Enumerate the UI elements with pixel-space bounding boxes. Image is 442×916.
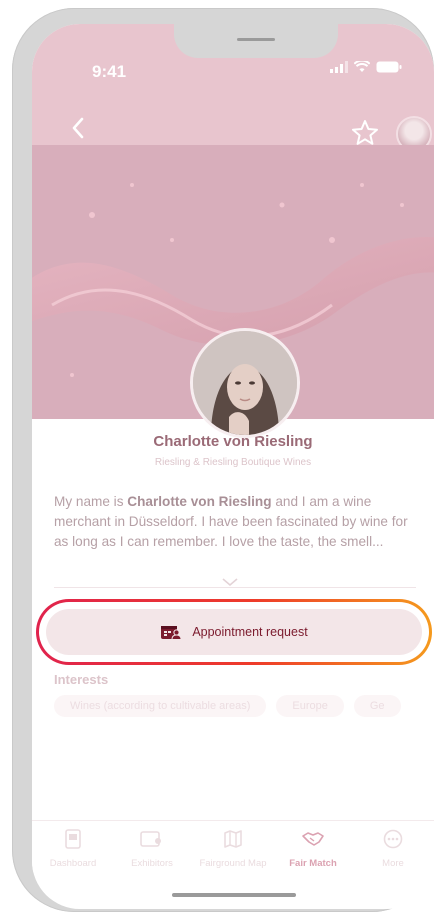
exhibitor-card-icon: [140, 831, 161, 847]
appointment-request-button[interactable]: Appointment request: [46, 609, 422, 655]
tab-bar: Dashboard Exhibitors Fairground Map Fair…: [32, 820, 434, 873]
tab-dashboard[interactable]: Dashboard: [33, 829, 113, 869]
bio-name: Charlotte von Riesling: [127, 494, 272, 509]
interests-title: Interests: [54, 672, 109, 687]
tab-label: More: [382, 858, 404, 869]
tab-fair-match[interactable]: Fair Match: [273, 829, 353, 869]
status-icons: [330, 61, 402, 73]
tab-label: Exhibitors: [131, 858, 173, 869]
tab-more[interactable]: More: [353, 829, 433, 869]
signal-icon: [330, 61, 348, 73]
star-icon[interactable]: [350, 118, 380, 148]
highlight-ring-inner: Appointment request: [39, 602, 429, 662]
handshake-icon: [302, 832, 324, 846]
tablet-icon: [65, 829, 81, 849]
notch: [174, 24, 338, 58]
highlight-ring: Appointment request: [36, 599, 432, 665]
back-chevron-icon[interactable]: [68, 115, 90, 141]
screen: 9:41 Charlotte von Riesling Riesling & R…: [32, 24, 434, 909]
profile-company: Riesling & Riesling Boutique Wines: [154, 457, 312, 468]
appointment-request-label: Appointment request: [192, 625, 308, 639]
battery-icon: [376, 61, 402, 73]
interest-chip[interactable]: Europe: [276, 695, 344, 717]
interest-chip[interactable]: Ge: [353, 695, 401, 717]
tab-label: Dashboard: [49, 858, 97, 869]
divider: [54, 587, 416, 588]
wifi-icon: [354, 61, 370, 72]
calendar-person-icon: [161, 626, 182, 640]
profile-bio: My name is Charlotte von Riesling and I …: [54, 492, 416, 552]
tab-label: Fairground Map: [199, 858, 267, 869]
profile-avatar: [190, 328, 300, 438]
speaker-grille: [237, 38, 275, 41]
tab-fairground-map[interactable]: Fairground Map: [193, 829, 273, 869]
interests-chips: Wines (according to cultivable areas) Eu…: [54, 695, 401, 717]
status-time: 9:41: [92, 62, 127, 81]
map-icon: [224, 830, 242, 848]
interest-chip[interactable]: Wines (according to cultivable areas): [54, 695, 267, 717]
phone-frame: 9:41 Charlotte von Riesling Riesling & R…: [12, 8, 434, 912]
more-dots-icon: [383, 829, 403, 849]
tab-exhibitors[interactable]: Exhibitors: [112, 829, 192, 869]
bio-prefix: My name is: [54, 494, 128, 509]
portrait-image: [193, 331, 297, 435]
tab-label: Fair Match: [289, 858, 337, 869]
home-indicator: [172, 893, 296, 897]
